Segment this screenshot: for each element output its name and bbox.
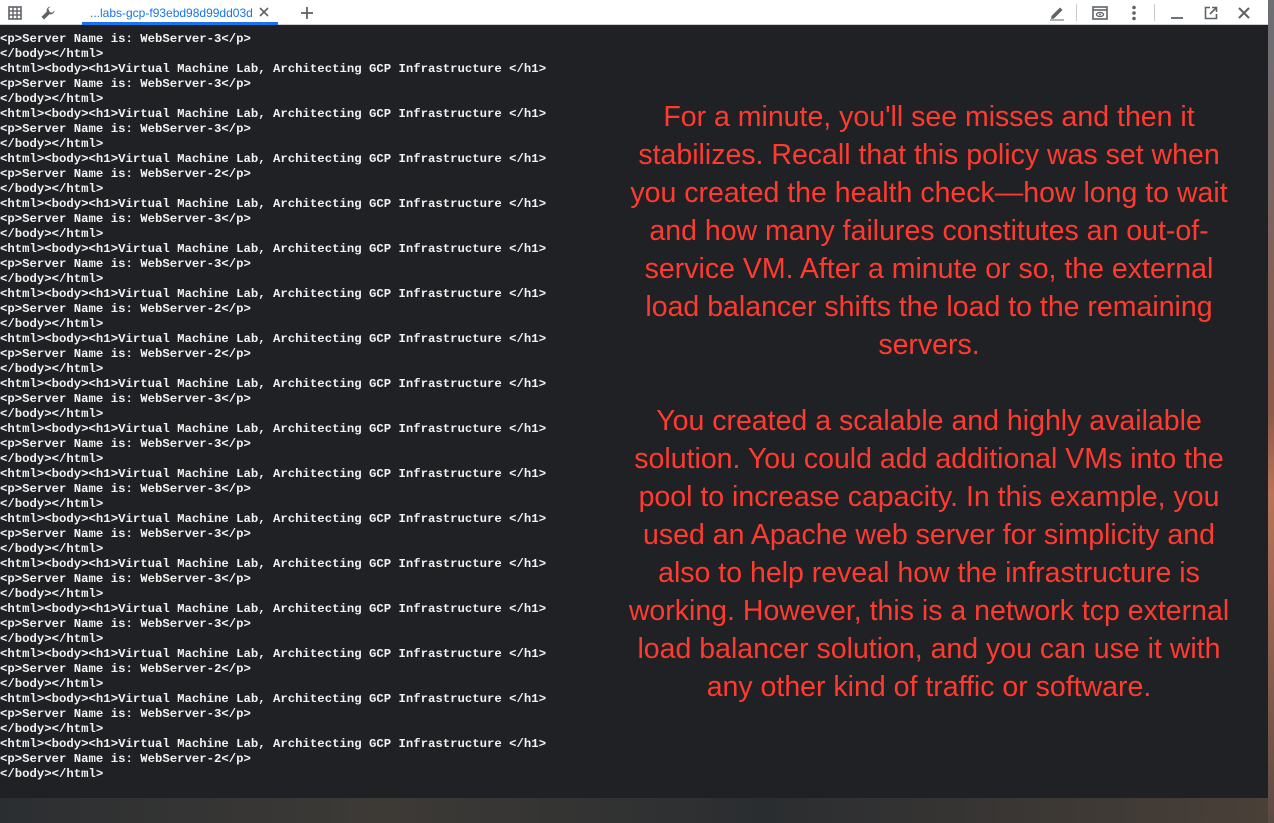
- terminal-lines: <p>Server Name is: WebServer-3</p> </body…: [0, 32, 546, 782]
- close-window-icon[interactable]: [1230, 0, 1258, 25]
- terminal-line: <p>Server Name is: WebServer-2</p>: [0, 347, 251, 361]
- terminal-line: <html><body><h1>Virtual Machine Lab, Arc…: [0, 197, 547, 211]
- grid-icon[interactable]: [1, 0, 29, 25]
- terminal-line: <p>Server Name is: WebServer-3</p>: [0, 392, 251, 406]
- annotation-paragraph-2: You created a scalable and highly availa…: [628, 405, 1230, 703]
- terminal-line: </body></html>: [0, 137, 104, 151]
- minimize-icon[interactable]: [1163, 0, 1191, 25]
- terminal-scrollbar[interactable]: [1262, 25, 1268, 798]
- terminal-line: <p>Server Name is: WebServer-3</p>: [0, 212, 251, 226]
- toolbar-divider: [1076, 4, 1077, 21]
- close-icon[interactable]: [256, 4, 272, 20]
- terminal-line: <p>Server Name is: WebServer-3</p>: [0, 257, 251, 271]
- terminal-line: <html><body><h1>Virtual Machine Lab, Arc…: [0, 467, 547, 481]
- terminal-line: <html><body><h1>Virtual Machine Lab, Arc…: [0, 737, 547, 751]
- terminal-line: <p>Server Name is: WebServer-3</p>: [0, 122, 251, 136]
- pencil-icon[interactable]: [1043, 0, 1071, 25]
- terminal-line: <p>Server Name is: WebServer-3</p>: [0, 707, 251, 721]
- plus-icon[interactable]: [293, 0, 321, 25]
- terminal-line: </body></html>: [0, 47, 104, 61]
- terminal-line: <p>Server Name is: WebServer-2</p>: [0, 662, 251, 676]
- terminal-line: <html><body><h1>Virtual Machine Lab, Arc…: [0, 647, 547, 661]
- desktop-background: [0, 798, 1274, 823]
- terminal-line: </body></html>: [0, 182, 104, 196]
- popout-icon[interactable]: [1197, 0, 1225, 25]
- terminal-line: <p>Server Name is: WebServer-3</p>: [0, 77, 251, 91]
- toolbar-divider: [1154, 4, 1155, 21]
- terminal-line: <p>Server Name is: WebServer-2</p>: [0, 167, 251, 181]
- terminal-line: <html><body><h1>Virtual Machine Lab, Arc…: [0, 557, 547, 571]
- annotation-overlay: For a minute, you'll see misses and then…: [624, 98, 1234, 706]
- terminal-line: </body></html>: [0, 407, 104, 421]
- terminal-line: <p>Server Name is: WebServer-2</p>: [0, 302, 251, 316]
- cloud-shell-window: ...labs-gcp-f93ebd98d99dd03d <p>Server N…: [0, 0, 1268, 798]
- terminal-line: <p>Server Name is: WebServer-3</p>: [0, 527, 251, 541]
- terminal-line: </body></html>: [0, 317, 104, 331]
- terminal-line: <html><body><h1>Virtual Machine Lab, Arc…: [0, 152, 547, 166]
- terminal-line: <html><body><h1>Virtual Machine Lab, Arc…: [0, 422, 547, 436]
- terminal-line: <html><body><h1>Virtual Machine Lab, Arc…: [0, 377, 547, 391]
- preview-icon[interactable]: [1086, 0, 1114, 25]
- terminal-line: </body></html>: [0, 677, 104, 691]
- terminal-line: <html><body><h1>Virtual Machine Lab, Arc…: [0, 332, 547, 346]
- terminal-line: <p>Server Name is: WebServer-3</p>: [0, 32, 251, 46]
- terminal-line: <html><body><h1>Virtual Machine Lab, Arc…: [0, 62, 547, 76]
- terminal-line: <p>Server Name is: WebServer-3</p>: [0, 617, 251, 631]
- terminal-line: <p>Server Name is: WebServer-3</p>: [0, 482, 251, 496]
- terminal-line: </body></html>: [0, 227, 104, 241]
- terminal-line: </body></html>: [0, 272, 104, 286]
- terminal-line: <html><body><h1>Virtual Machine Lab, Arc…: [0, 107, 547, 121]
- terminal-line: </body></html>: [0, 92, 104, 106]
- terminal-line: <p>Server Name is: WebServer-2</p>: [0, 752, 251, 766]
- terminal-output[interactable]: <p>Server Name is: WebServer-3</p> </body…: [0, 25, 1268, 798]
- tab-title: ...labs-gcp-f93ebd98d99dd03d: [90, 5, 253, 20]
- more-vert-icon[interactable]: [1120, 0, 1148, 25]
- terminal-line: </body></html>: [0, 497, 104, 511]
- terminal-line: <html><body><h1>Virtual Machine Lab, Arc…: [0, 512, 547, 526]
- terminal-line: <html><body><h1>Virtual Machine Lab, Arc…: [0, 287, 547, 301]
- terminal-line: <html><body><h1>Virtual Machine Lab, Arc…: [0, 242, 547, 256]
- wrench-icon[interactable]: [34, 0, 62, 25]
- terminal-line: <p>Server Name is: WebServer-3</p>: [0, 572, 251, 586]
- terminal-line: </body></html>: [0, 587, 104, 601]
- terminal-line: <html><body><h1>Virtual Machine Lab, Arc…: [0, 602, 547, 616]
- desktop-background-edge: [1268, 0, 1274, 823]
- terminal-line: <html><body><h1>Virtual Machine Lab, Arc…: [0, 692, 547, 706]
- terminal-line: </body></html>: [0, 362, 104, 376]
- terminal-line: </body></html>: [0, 632, 104, 646]
- terminal-line: <p>Server Name is: WebServer-3</p>: [0, 437, 251, 451]
- annotation-paragraph-1: For a minute, you'll see misses and then…: [630, 101, 1228, 361]
- tab-bar: ...labs-gcp-f93ebd98d99dd03d: [0, 0, 1268, 25]
- terminal-line: </body></html>: [0, 767, 104, 781]
- terminal-line: </body></html>: [0, 722, 104, 736]
- terminal-line: </body></html>: [0, 542, 104, 556]
- terminal-line: </body></html>: [0, 452, 104, 466]
